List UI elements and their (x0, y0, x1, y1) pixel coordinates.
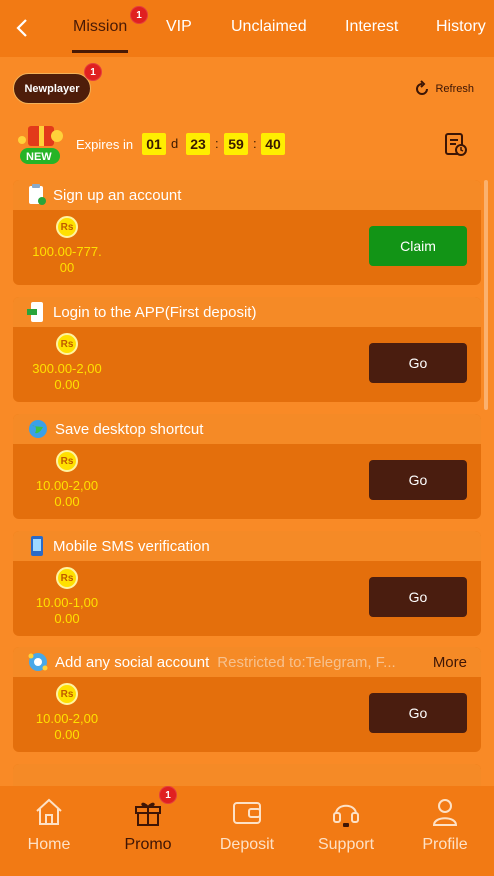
refresh-button[interactable]: Refresh (413, 80, 474, 98)
more-link[interactable]: More (433, 654, 467, 671)
home-icon (36, 798, 62, 825)
clipboard-check-icon (29, 184, 46, 205)
countdown-hours: 23 (186, 133, 210, 155)
mission-reward: 10.00-2,00 0.00 (35, 478, 99, 509)
new-gift-icon: NEW (14, 120, 72, 168)
nav-support-label: Support (317, 836, 375, 853)
phone-login-icon (27, 302, 43, 322)
active-tab-indicator (72, 50, 128, 53)
tab-mission[interactable]: Mission (73, 18, 127, 36)
nav-support[interactable]: Support (297, 786, 395, 876)
tab-mission-badge: 1 (130, 6, 148, 24)
mission-title: Sign up an account (53, 186, 182, 204)
globe-icon (29, 420, 47, 438)
wallet-icon (233, 802, 261, 824)
social-icon (28, 653, 48, 671)
countdown-minutes: 59 (224, 133, 248, 155)
refresh-icon (416, 80, 429, 95)
new-tag: NEW (26, 151, 52, 163)
nav-home[interactable]: Home (0, 786, 98, 876)
mission-card: Save desktop shortcut Rs 10.00-2,00 0.00 … (13, 414, 481, 519)
tab-unclaimed[interactable]: Unclaimed (231, 18, 307, 36)
go-button[interactable]: Go (369, 577, 467, 617)
user-icon (432, 799, 458, 826)
countdown-seconds: 40 (261, 133, 285, 155)
mission-restriction-note: Restricted to:Telegram, F... (217, 653, 396, 671)
go-button[interactable]: Go (369, 343, 467, 383)
nav-profile-label: Profile (422, 836, 468, 853)
mission-reward: 300.00-2,00 0.00 (32, 361, 102, 392)
newplayer-badge: 1 (84, 63, 102, 81)
nav-promo-label: Promo (124, 836, 172, 853)
countdown-day-unit: d (171, 136, 179, 151)
top-nav: Mission 1 VIP Unclaimed Interest History (0, 0, 494, 57)
newplayer-filter-button[interactable]: Newplayer (13, 73, 91, 104)
countdown-days: 01 (142, 133, 166, 155)
phone-sms-icon (31, 536, 43, 556)
tab-interest[interactable]: Interest (345, 18, 398, 36)
bottom-nav: Home 1 Promo Deposit Support Profile (0, 786, 494, 876)
record-button[interactable] (444, 132, 468, 163)
tab-history[interactable]: History (436, 18, 486, 36)
headset-icon (333, 804, 359, 827)
mission-card: Sign up an account Rs 100.00-777. 00 Clai… (13, 180, 481, 285)
tab-bar: Mission 1 VIP Unclaimed Interest History (56, 0, 494, 57)
go-button[interactable]: Go (369, 693, 467, 733)
mission-card: Login to the APP(First deposit) Rs 300.0… (13, 297, 481, 402)
rupee-coin-icon: Rs (56, 450, 78, 472)
expires-label: Expires in (76, 137, 134, 152)
rupee-coin-icon: Rs (56, 216, 78, 238)
refresh-label: Refresh (435, 83, 474, 95)
scrollbar[interactable] (484, 180, 488, 410)
mission-card: Add any social account Restricted to:Tel… (13, 647, 481, 752)
rupee-coin-icon: Rs (56, 567, 78, 589)
nav-deposit[interactable]: Deposit (198, 786, 296, 876)
mission-title: Save desktop shortcut (55, 420, 204, 438)
mission-card: Mobile SMS verification Rs 10.00-1,00 0.0… (13, 531, 481, 636)
mission-reward: 10.00-1,00 0.00 (35, 595, 99, 626)
mission-reward: 100.00-777. 00 (32, 244, 102, 275)
rupee-coin-icon: Rs (56, 683, 78, 705)
nav-home-label: Home (27, 836, 71, 853)
nav-promo[interactable]: 1 Promo (99, 786, 197, 876)
nav-deposit-label: Deposit (219, 836, 275, 853)
mission-title: Add any social account (55, 653, 210, 671)
countdown-sep: : (253, 136, 257, 151)
nav-promo-badge: 1 (159, 786, 177, 804)
tab-vip[interactable]: VIP (166, 18, 192, 36)
record-list-icon (445, 133, 467, 156)
gift-icon (135, 802, 161, 826)
claim-button[interactable]: Claim (369, 226, 467, 266)
newplayer-label: Newplayer (24, 82, 80, 95)
countdown-sep: : (215, 136, 219, 151)
mission-reward: 10.00-2,00 0.00 (35, 711, 99, 742)
mission-title: Mobile SMS verification (53, 537, 210, 555)
chevron-left-icon (16, 19, 27, 37)
mission-title: Login to the APP(First deposit) (53, 303, 257, 321)
back-button[interactable] (8, 14, 36, 42)
go-button[interactable]: Go (369, 460, 467, 500)
rupee-coin-icon: Rs (56, 333, 78, 355)
nav-profile[interactable]: Profile (396, 786, 494, 876)
